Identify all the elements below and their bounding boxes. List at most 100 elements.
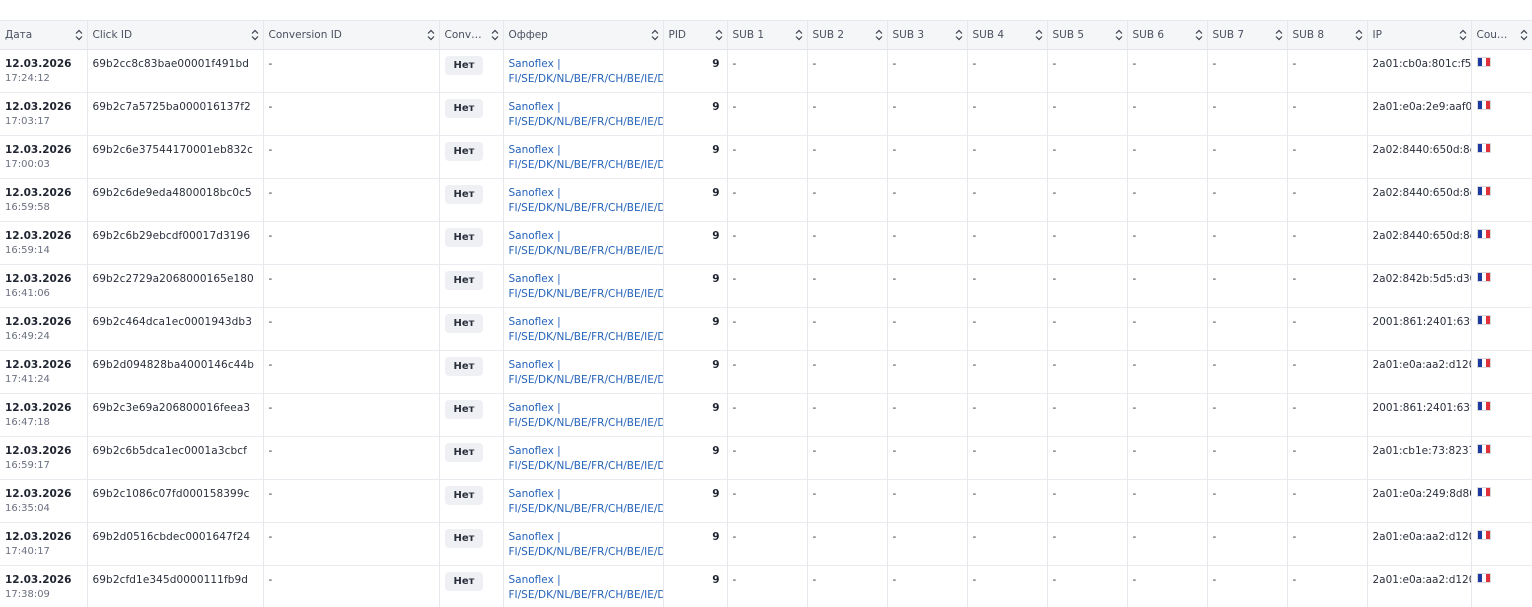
cell-sub7: -: [1207, 479, 1288, 523]
table-row[interactable]: 12.03.2026 16:59:14 69b2c6b29ebcdf00017d…: [0, 221, 1532, 265]
offer-link[interactable]: Sanoflex | FI/SE/DK/NL/BE/FR/CH/BE/IE/DE: [509, 272, 663, 302]
column-header-conversion[interactable]: Conver...: [439, 20, 504, 50]
cell-conversion-id: -: [263, 178, 440, 222]
sort-icon[interactable]: [1195, 29, 1203, 41]
column-header-country[interactable]: Country: [1471, 20, 1532, 50]
sub3-value: -: [892, 101, 897, 113]
cell-ip: 2a01:e0a:2e9:aaf0: [1367, 92, 1472, 136]
column-header-sub1[interactable]: SUB 1: [727, 20, 808, 50]
column-header-pid[interactable]: PID: [663, 20, 728, 50]
offer-link[interactable]: Sanoflex | FI/SE/DK/NL/BE/FR/CH/BE/IE/DE: [509, 401, 663, 431]
time-value: 17:40:17: [5, 546, 50, 557]
click-id-value: 69b2d0516cbdec0001647f24: [92, 531, 251, 543]
cell-conversion: Нет: [439, 264, 504, 308]
column-header-sub6[interactable]: SUB 6: [1127, 20, 1208, 50]
sort-icon[interactable]: [1115, 29, 1123, 41]
table-row[interactable]: 12.03.2026 16:49:24 69b2c464dca1ec000194…: [0, 307, 1532, 351]
cell-sub2: -: [807, 479, 888, 523]
column-header-sub7[interactable]: SUB 7: [1207, 20, 1288, 50]
cell-sub3: -: [887, 522, 968, 566]
cell-country: [1471, 135, 1532, 179]
column-header-conversion-id[interactable]: Conversion ID: [263, 20, 440, 50]
table-row[interactable]: 12.03.2026 17:00:03 69b2c6e37544170001eb…: [0, 135, 1532, 179]
ip-value: 2a01:e0a:aa2:d120: [1372, 359, 1471, 371]
sort-icon[interactable]: [491, 29, 499, 41]
offer-link[interactable]: Sanoflex | FI/SE/DK/NL/BE/FR/CH/BE/IE/DE: [509, 143, 663, 173]
cell-click-id: 69b2d0516cbdec0001647f24: [87, 522, 264, 566]
cell-pid: 9: [663, 436, 728, 480]
column-header-click-id[interactable]: Click ID: [87, 20, 264, 50]
column-header-date[interactable]: Дата: [0, 20, 88, 50]
column-header-sub2[interactable]: SUB 2: [807, 20, 888, 50]
sort-icon[interactable]: [795, 29, 803, 41]
ip-value: 2a01:e0a:2e9:aaf0: [1372, 101, 1471, 113]
date-value: 12.03.2026: [5, 359, 72, 371]
france-flag-icon: [1476, 57, 1491, 67]
ip-value: 2a01:e0a:aa2:d120: [1372, 531, 1471, 543]
cell-conversion: Нет: [439, 479, 504, 523]
sort-icon[interactable]: [427, 29, 435, 41]
cell-country: [1471, 479, 1532, 523]
conversion-id-value: -: [268, 574, 273, 586]
offer-link[interactable]: Sanoflex | FI/SE/DK/NL/BE/FR/CH/BE/IE/DE: [509, 57, 663, 87]
table-row[interactable]: 12.03.2026 16:41:06 69b2c2729a2068000165…: [0, 264, 1532, 308]
sort-icon[interactable]: [1459, 29, 1467, 41]
click-id-value: 69b2c1086c07fd000158399c: [92, 488, 250, 500]
cell-sub2: -: [807, 522, 888, 566]
table-row[interactable]: 12.03.2026 16:35:04 69b2c1086c07fd000158…: [0, 479, 1532, 523]
offer-link[interactable]: Sanoflex | FI/SE/DK/NL/BE/FR/CH/BE/IE/DE: [509, 444, 663, 474]
sort-icon[interactable]: [75, 29, 83, 41]
time-value: 17:00:03: [5, 159, 50, 170]
table-row[interactable]: 12.03.2026 17:40:17 69b2d0516cbdec000164…: [0, 522, 1532, 566]
cell-sub7: -: [1207, 350, 1288, 394]
column-header-sub4[interactable]: SUB 4: [967, 20, 1048, 50]
sort-icon[interactable]: [1035, 29, 1043, 41]
column-header-ip[interactable]: IP: [1367, 20, 1472, 50]
offer-link[interactable]: Sanoflex | FI/SE/DK/NL/BE/FR/CH/BE/IE/DE: [509, 573, 663, 603]
cell-sub8: -: [1287, 49, 1368, 93]
table-row[interactable]: 12.03.2026 17:24:12 69b2cc8c83bae00001f4…: [0, 49, 1532, 93]
sort-icon[interactable]: [1355, 29, 1363, 41]
click-id-value: 69b2c2729a2068000165e180: [92, 273, 254, 285]
sub5-value: -: [1052, 488, 1057, 500]
column-header-sub3[interactable]: SUB 3: [887, 20, 968, 50]
cell-pid: 9: [663, 221, 728, 265]
offer-link[interactable]: Sanoflex | FI/SE/DK/NL/BE/FR/CH/BE/IE/DE: [509, 487, 663, 517]
sort-icon[interactable]: [875, 29, 883, 41]
sort-icon[interactable]: [955, 29, 963, 41]
table-row[interactable]: 12.03.2026 16:47:18 69b2c3e69a206800016f…: [0, 393, 1532, 437]
sub6-value: -: [1132, 187, 1137, 199]
offer-link[interactable]: Sanoflex | FI/SE/DK/NL/BE/FR/CH/BE/IE/DE: [509, 358, 663, 388]
cell-sub5: -: [1047, 393, 1128, 437]
offer-link[interactable]: Sanoflex | FI/SE/DK/NL/BE/FR/CH/BE/IE/DE: [509, 315, 663, 345]
sort-icon[interactable]: [1275, 29, 1283, 41]
offer-link[interactable]: Sanoflex | FI/SE/DK/NL/BE/FR/CH/BE/IE/DE: [509, 229, 663, 259]
sub2-value: -: [812, 144, 817, 156]
cell-ip: 2a02:8440:650d:8c: [1367, 221, 1472, 265]
sort-icon[interactable]: [1520, 29, 1528, 41]
sort-icon[interactable]: [715, 29, 723, 41]
table-row[interactable]: 12.03.2026 17:03:17 69b2c7a5725ba0000161…: [0, 92, 1532, 136]
column-header-offer[interactable]: Оффер: [503, 20, 664, 50]
offer-link[interactable]: Sanoflex | FI/SE/DK/NL/BE/FR/CH/BE/IE/DE: [509, 186, 663, 216]
offer-link[interactable]: Sanoflex | FI/SE/DK/NL/BE/FR/CH/BE/IE/DE: [509, 100, 663, 130]
france-flag-icon: [1476, 401, 1491, 411]
sort-icon[interactable]: [651, 29, 659, 41]
column-header-sub8[interactable]: SUB 8: [1287, 20, 1368, 50]
column-header-label: SUB 8: [1292, 29, 1325, 41]
offer-link[interactable]: Sanoflex | FI/SE/DK/NL/BE/FR/CH/BE/IE/DE: [509, 530, 663, 560]
cell-sub1: -: [727, 49, 808, 93]
cell-pid: 9: [663, 522, 728, 566]
cell-sub8: -: [1287, 92, 1368, 136]
cell-offer: Sanoflex | FI/SE/DK/NL/BE/FR/CH/BE/IE/DE: [503, 393, 664, 437]
table-row[interactable]: 12.03.2026 17:41:24 69b2d094828ba4000146…: [0, 350, 1532, 394]
cell-pid: 9: [663, 350, 728, 394]
column-header-sub5[interactable]: SUB 5: [1047, 20, 1128, 50]
sort-icon[interactable]: [251, 29, 259, 41]
table-row[interactable]: 12.03.2026 16:59:58 69b2c6de9eda4800018b…: [0, 178, 1532, 222]
cell-sub1: -: [727, 264, 808, 308]
table-row[interactable]: 12.03.2026 16:59:17 69b2c6b5dca1ec0001a3…: [0, 436, 1532, 480]
cell-ip: 2a02:8440:650d:8c: [1367, 178, 1472, 222]
sub3-value: -: [892, 230, 897, 242]
table-row[interactable]: 12.03.2026 17:38:09 69b2cfd1e345d0000111…: [0, 565, 1532, 607]
